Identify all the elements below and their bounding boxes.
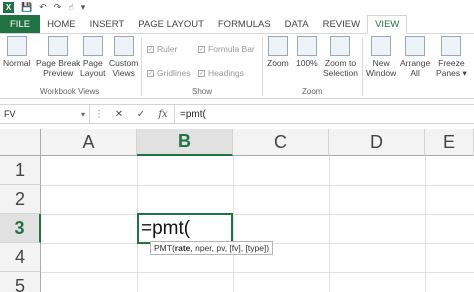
gridline: [41, 185, 474, 186]
row-header-5[interactable]: 5: [0, 272, 41, 292]
tab-data[interactable]: DATA: [278, 15, 316, 33]
custom-views-button[interactable]: Custom Views: [109, 36, 138, 78]
group-separator: [262, 38, 263, 96]
tab-home[interactable]: HOME: [40, 15, 83, 33]
zoom-100-button[interactable]: 100%: [296, 36, 318, 68]
cancel-icon[interactable]: ✕: [108, 109, 130, 120]
zoom-100-icon: [296, 36, 317, 56]
ribbon: Normal Page Break Preview Page Layout Cu…: [0, 34, 474, 99]
normal-view-button[interactable]: Normal: [3, 36, 30, 68]
group-separator: [362, 38, 363, 96]
tab-page-layout[interactable]: PAGE LAYOUT: [131, 15, 211, 33]
new-window-button[interactable]: New Window: [366, 36, 396, 78]
insert-function-icon[interactable]: fx: [152, 109, 174, 120]
page-layout-button[interactable]: Page Layout: [80, 36, 106, 78]
row-header-4[interactable]: 4: [0, 243, 41, 272]
custom-views-icon: [113, 36, 134, 56]
excel-window: X 💾 ↶ ↷ ☝ ▾ FILE HOME INSERT PAGE LAYOUT…: [0, 0, 474, 292]
zoom-button[interactable]: Zoom: [267, 36, 289, 68]
customize-qat-icon[interactable]: ▾: [81, 3, 86, 12]
arrange-all-icon: [405, 36, 426, 56]
formula-input[interactable]: =pmt(: [174, 105, 474, 123]
gridline: [41, 272, 474, 273]
page-break-icon: [48, 36, 69, 56]
group-separator: [141, 38, 142, 96]
group-label-workbook-views: Workbook Views: [40, 87, 100, 96]
tab-formulas[interactable]: FORMULAS: [211, 15, 278, 33]
column-header-d[interactable]: D: [329, 129, 425, 156]
magnifier-icon: [267, 36, 288, 56]
arrange-all-button[interactable]: Arrange All: [400, 36, 430, 78]
function-argument-tooltip: PMT(rate, nper, pv, [fv], [type]): [150, 241, 274, 255]
gridline: [41, 214, 474, 215]
formula-bar: FV ▾ ⋮ ✕ ✓ fx =pmt(: [0, 104, 474, 124]
page-break-preview-button[interactable]: Page Break Preview: [36, 36, 80, 78]
save-icon[interactable]: 💾: [21, 3, 32, 12]
headings-checkbox[interactable]: ✓ Headings: [198, 68, 244, 78]
tab-view[interactable]: VIEW: [367, 15, 408, 34]
active-cell-b3[interactable]: =pmt(: [137, 213, 233, 244]
freeze-panes-button[interactable]: Freeze Panes ▾: [436, 36, 467, 78]
quick-access-toolbar: X 💾 ↶ ↷ ☝ ▾: [0, 0, 474, 15]
column-header-e[interactable]: E: [425, 129, 474, 156]
zoom-to-selection-button[interactable]: Zoom to Selection: [323, 36, 358, 78]
column-header-a[interactable]: A: [41, 129, 137, 156]
formula-bar-checkbox[interactable]: ✓ Formula Bar: [198, 44, 255, 54]
tab-insert[interactable]: INSERT: [83, 15, 132, 33]
column-header-b[interactable]: B: [137, 129, 233, 156]
checkbox-icon: ✓: [147, 45, 154, 53]
gridlines-checkbox[interactable]: ✓ Gridlines: [147, 68, 191, 78]
select-all-corner[interactable]: [0, 129, 41, 156]
enter-icon[interactable]: ✓: [130, 109, 152, 120]
row-header-3[interactable]: 3: [0, 214, 41, 243]
freeze-panes-icon: [441, 36, 462, 56]
chevron-down-icon[interactable]: ▾: [81, 110, 85, 119]
drag-handle-icon[interactable]: ⋮: [90, 109, 108, 120]
tab-file[interactable]: FILE: [0, 15, 41, 33]
column-header-c[interactable]: C: [233, 129, 329, 156]
redo-icon[interactable]: ↷: [54, 3, 62, 12]
row-header-1[interactable]: 1: [0, 156, 41, 185]
tab-review[interactable]: REVIEW: [316, 15, 367, 33]
group-label-show: Show: [192, 87, 213, 96]
ruler-checkbox[interactable]: ✓ Ruler: [147, 44, 177, 54]
ribbon-tabs: FILE HOME INSERT PAGE LAYOUT FORMULAS DA…: [0, 15, 474, 34]
normal-view-icon: [6, 36, 27, 56]
touch-mode-icon[interactable]: ☝: [68, 3, 73, 12]
row-header-2[interactable]: 2: [0, 185, 41, 214]
zoom-selection-icon: [330, 36, 351, 56]
undo-icon[interactable]: ↶: [39, 3, 47, 12]
current-argument-link[interactable]: rate: [175, 243, 191, 253]
checkbox-icon: ✓: [147, 69, 154, 77]
checkbox-icon: ✓: [198, 45, 205, 53]
name-box[interactable]: FV ▾: [0, 105, 90, 123]
new-window-icon: [371, 36, 392, 56]
page-layout-icon: [82, 36, 103, 56]
excel-logo-icon: X: [3, 2, 14, 13]
group-label-zoom: Zoom: [302, 87, 323, 96]
worksheet-grid: A B C D E 1 2 3 4 5 =pmt( PMT(rate, nper…: [0, 129, 474, 292]
checkbox-icon: ✓: [198, 69, 205, 77]
